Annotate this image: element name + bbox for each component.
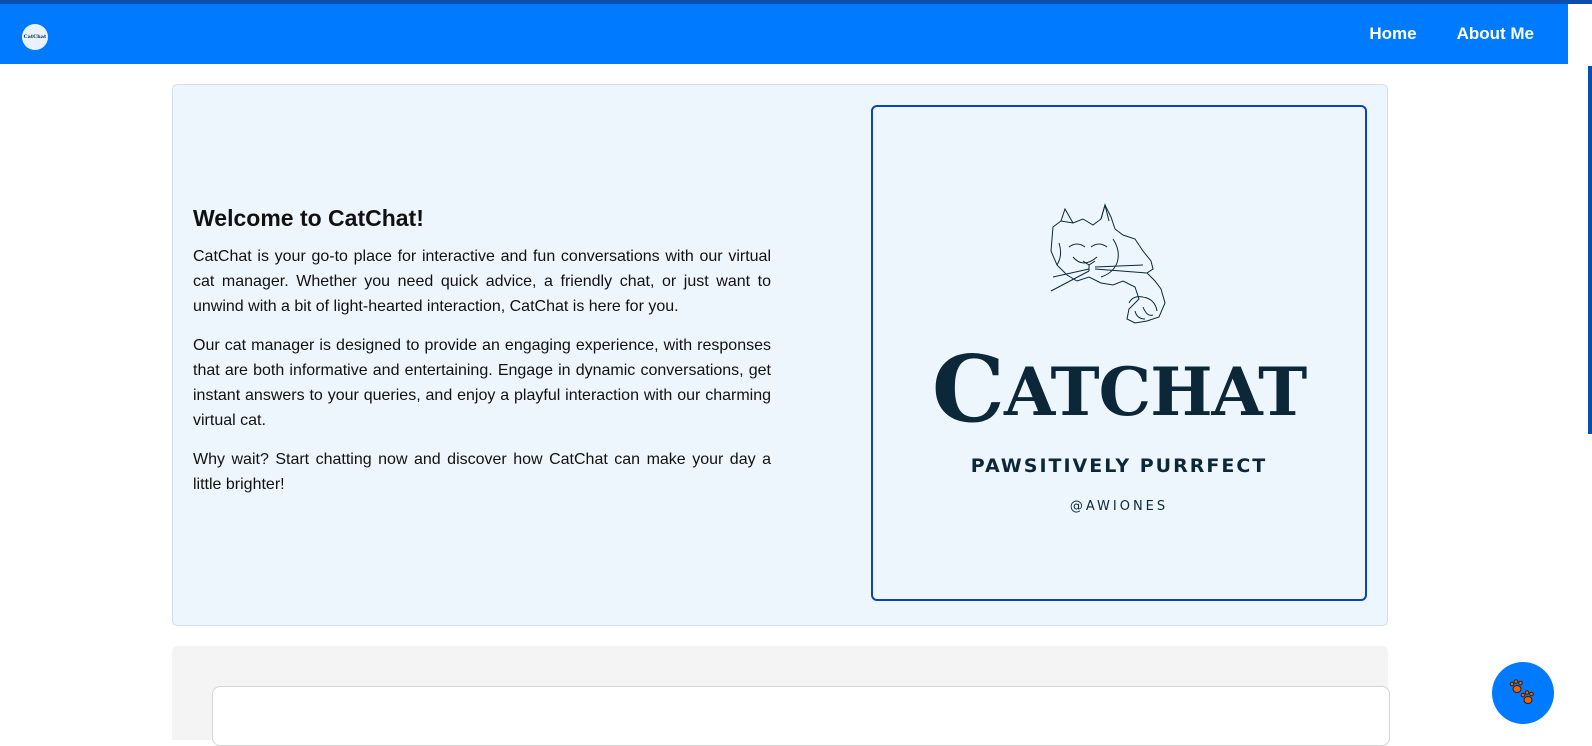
hero-paragraph-1: CatChat is your go-to place for interact… <box>193 248 771 315</box>
nav-link-home[interactable]: Home <box>1369 24 1416 44</box>
navbar: CatChat Home About Me <box>0 4 1592 64</box>
hero-paragraph-2: Our cat manager is designed to provide a… <box>193 337 771 429</box>
hero-paragraph-3: Why wait? Start chatting now and discove… <box>193 451 771 493</box>
nav-link-about-me[interactable]: About Me <box>1457 24 1534 44</box>
brand-tagline: PAWSITIVELY PURRFECT <box>970 455 1268 477</box>
paw-icon <box>1509 679 1534 704</box>
brand-initial: C <box>931 335 1005 443</box>
scrollbar-thumb[interactable] <box>1588 66 1592 434</box>
chat-section <box>172 646 1390 746</box>
catchat-logo-card: CATCHAT PAWSITIVELY PURRFECT @AWIONES <box>871 105 1367 601</box>
chat-panel[interactable] <box>212 686 1390 746</box>
page-scrollbar[interactable] <box>1568 4 1592 740</box>
site-logo-text: CatChat <box>23 34 47 40</box>
cat-line-art-icon <box>1050 203 1166 324</box>
hero-section: Welcome to CatChat! CatChat is your go-t… <box>172 84 1388 626</box>
hero-text: Welcome to CatChat! CatChat is your go-t… <box>193 205 771 511</box>
brand-wordmark: CATCHAT <box>873 343 1365 435</box>
nav-links: Home About Me <box>1369 4 1534 64</box>
brand-handle: @AWIONES <box>1069 499 1169 514</box>
hero-title: Welcome to CatChat! <box>193 205 424 231</box>
brand-rest: ATCHAT <box>1003 353 1307 431</box>
site-logo[interactable]: CatChat <box>22 24 48 50</box>
chat-launcher-button[interactable] <box>1492 662 1554 724</box>
